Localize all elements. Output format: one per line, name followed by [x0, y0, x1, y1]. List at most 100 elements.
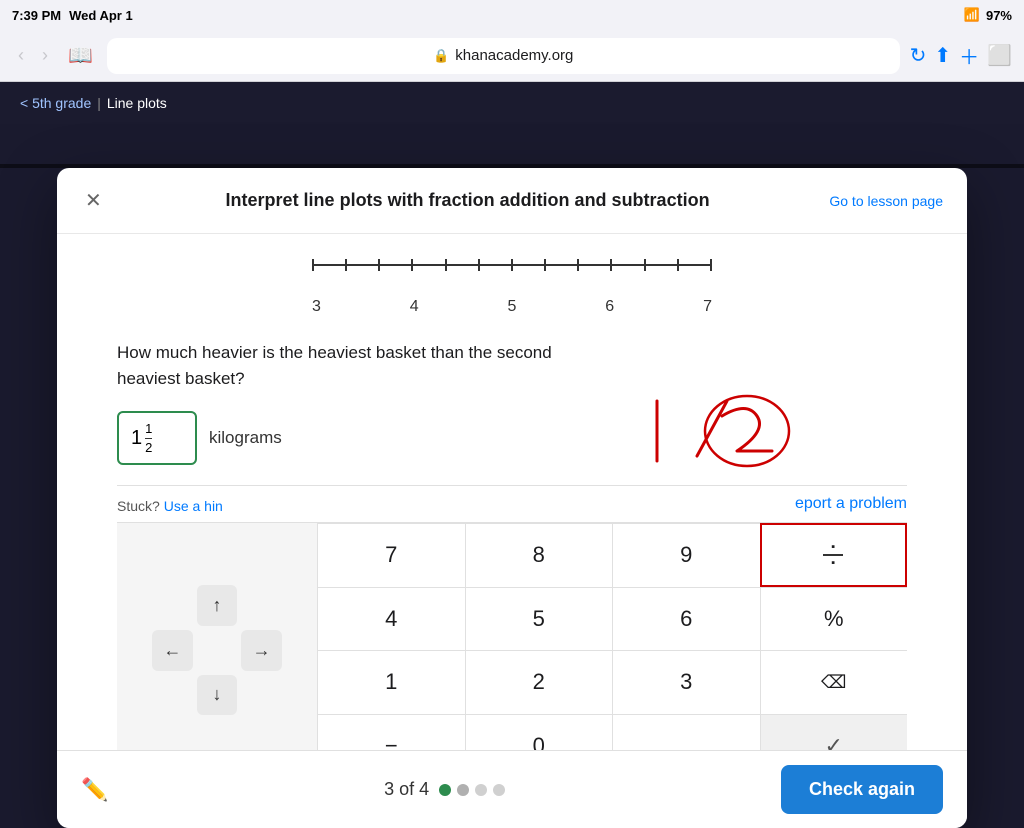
tick-13: [710, 259, 712, 271]
tick-10: [610, 259, 612, 271]
tick-8: [544, 259, 546, 271]
nav-up-button[interactable]: ↑: [197, 585, 238, 626]
key-percent[interactable]: %: [760, 587, 908, 651]
num-pad: 7 8 9 ▪ ▪ 4 5 6 %: [317, 523, 907, 750]
tick-5: [445, 259, 447, 271]
bookmarks-icon[interactable]: 📖: [68, 43, 93, 68]
dot-4: [493, 784, 505, 796]
nav-empty-1: [152, 585, 193, 626]
status-bar: 7:39 PM Wed Apr 1 📶 97%: [0, 0, 1024, 30]
progress-text: 3 of 4: [384, 779, 429, 800]
modal-dialog: ✕ Interpret line plots with fraction add…: [57, 168, 967, 828]
lock-icon: 🔒: [433, 48, 449, 64]
forward-button[interactable]: ›: [36, 41, 54, 70]
check-button[interactable]: ✓: [760, 714, 908, 750]
key-5[interactable]: 5: [465, 587, 613, 651]
key-7[interactable]: 7: [317, 523, 465, 587]
check-again-button[interactable]: Check again: [781, 765, 943, 814]
fraction-bar: [145, 438, 152, 439]
keypad-container: ↑ ← → ↓ 7 8 9: [117, 522, 907, 750]
tick-4: [411, 259, 413, 271]
fraction-display: 1 1 2: [131, 421, 152, 455]
fraction-part: 1 2: [145, 421, 152, 455]
question-text: How much heavier is the heaviest basket …: [117, 340, 617, 391]
number-line-container: 3 4 5 6 7: [117, 254, 907, 316]
wifi-icon: 📶: [964, 7, 980, 23]
battery: 97%: [986, 8, 1012, 23]
dot-3: [475, 784, 487, 796]
key-6[interactable]: 6: [612, 587, 760, 651]
ka-topbar: < 5th grade | Line plots: [0, 82, 1024, 124]
stuck-label: Stuck?: [117, 498, 160, 514]
page-title: Line plots: [107, 95, 167, 111]
fraction-input[interactable]: 1 1 2: [117, 411, 197, 465]
tick-3: [378, 259, 380, 271]
tick-7: [511, 259, 513, 271]
nav-buttons: ‹ ›: [12, 41, 54, 70]
tick-marks: [312, 259, 712, 271]
progress-section: 3 of 4: [384, 779, 505, 800]
key-1[interactable]: 1: [317, 650, 465, 714]
tick-11: [644, 259, 646, 271]
url-bar[interactable]: 🔒 khanacademy.org: [107, 38, 900, 74]
handwritten-annotation: [627, 381, 827, 501]
close-button[interactable]: ✕: [81, 184, 106, 217]
key-4[interactable]: 4: [317, 587, 465, 651]
pencil-button[interactable]: ✏️: [81, 777, 108, 803]
tick-1: [312, 259, 314, 271]
tick-12: [677, 259, 679, 271]
new-tab-button[interactable]: ＋: [959, 41, 979, 70]
ka-background: < 5th grade | Line plots ✕ Interpret lin…: [0, 82, 1024, 124]
hint-link[interactable]: Use a hin: [164, 498, 223, 514]
nav-right-button[interactable]: →: [241, 630, 282, 671]
share-button[interactable]: ⬆: [934, 41, 951, 70]
breadcrumb[interactable]: < 5th grade: [20, 95, 91, 111]
stuck-area: Stuck? Use a hin: [117, 498, 223, 514]
modal-header: ✕ Interpret line plots with fraction add…: [57, 168, 967, 234]
label-5: 5: [508, 298, 517, 316]
key-3[interactable]: 3: [612, 650, 760, 714]
nav-pad: ↑ ← → ↓: [117, 523, 317, 750]
time: 7:39 PM: [12, 8, 61, 23]
key-decimal[interactable]: .: [612, 714, 760, 750]
browser-bar: ‹ › 📖 🔒 khanacademy.org ↻ ⬆ ＋ ⬜: [0, 30, 1024, 82]
key-minus[interactable]: −: [317, 714, 465, 750]
key-8[interactable]: 8: [465, 523, 613, 587]
tick-2: [345, 259, 347, 271]
fraction-icon: ▪ ▪: [823, 541, 843, 569]
denominator: 2: [145, 440, 152, 456]
fraction-button[interactable]: ▪ ▪: [760, 523, 908, 587]
label-4: 4: [410, 298, 419, 316]
modal-footer: ✏️ 3 of 4 Check again: [57, 750, 967, 828]
date: Wed Apr 1: [69, 8, 133, 23]
tick-6: [478, 259, 480, 271]
tick-9: [577, 259, 579, 271]
nav-empty-5: [241, 675, 282, 716]
modal-overlay: ✕ Interpret line plots with fraction add…: [0, 164, 1024, 168]
key-0[interactable]: 0: [465, 714, 613, 750]
nav-empty-4: [152, 675, 193, 716]
reload-button[interactable]: ↻: [910, 41, 927, 70]
number-line-labels: 3 4 5 6 7: [302, 298, 722, 316]
label-3: 3: [312, 298, 321, 316]
back-button[interactable]: ‹: [12, 41, 30, 70]
nav-grid: ↑ ← → ↓: [152, 585, 282, 715]
modal-content: 3 4 5 6 7 How much heavier is the heavie…: [57, 234, 967, 750]
key-2[interactable]: 2: [465, 650, 613, 714]
key-9[interactable]: 9: [612, 523, 760, 587]
unit-label: kilograms: [209, 428, 282, 448]
backspace-button[interactable]: ⌫: [760, 650, 908, 714]
nav-down-button[interactable]: ↓: [197, 675, 238, 716]
url-text: khanacademy.org: [455, 47, 573, 64]
annotation-svg: [627, 381, 827, 501]
numerator: 1: [145, 421, 152, 437]
label-6: 6: [605, 298, 614, 316]
number-line: [302, 254, 722, 284]
go-to-lesson-link[interactable]: Go to lesson page: [829, 193, 943, 209]
progress-dots: [439, 784, 505, 796]
label-7: 7: [703, 298, 712, 316]
nav-left-button[interactable]: ←: [152, 630, 193, 671]
dot-2: [457, 784, 469, 796]
tabs-button[interactable]: ⬜: [987, 41, 1012, 70]
nav-empty-3: [197, 630, 238, 671]
